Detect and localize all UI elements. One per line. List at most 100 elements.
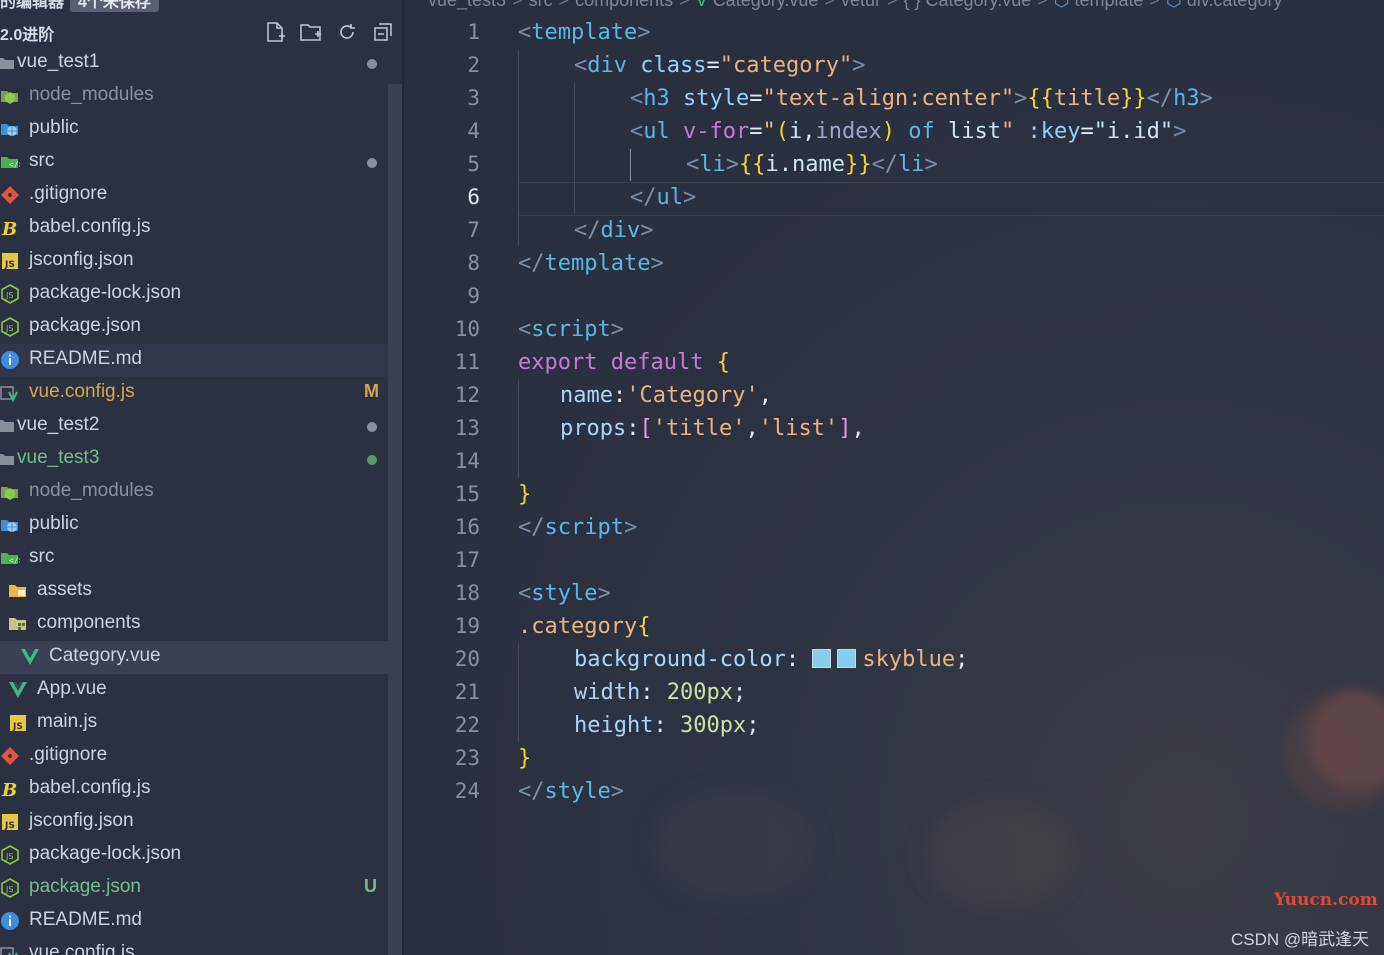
code-line[interactable]: <script> bbox=[404, 313, 1384, 346]
svg-text:</>: </> bbox=[9, 160, 20, 169]
tree-item[interactable]: public bbox=[0, 509, 388, 542]
tree-item[interactable]: components bbox=[0, 608, 388, 641]
breadcrumb-item[interactable]: Category.vue bbox=[713, 0, 819, 10]
code-line[interactable]: </div> bbox=[404, 214, 1384, 247]
svg-text:JS: JS bbox=[5, 885, 13, 894]
globe-folder-icon bbox=[0, 119, 20, 139]
info-icon bbox=[0, 911, 20, 931]
code-line[interactable]: <style> bbox=[404, 577, 1384, 610]
code-line[interactable]: </style> bbox=[404, 775, 1384, 808]
token: i.name bbox=[765, 152, 845, 177]
project-title: 2.0进阶 bbox=[0, 27, 55, 44]
tree-item-label: src bbox=[29, 546, 55, 567]
breadcrumb-item[interactable]: vue_test3 bbox=[428, 0, 506, 10]
breadcrumb-item[interactable]: div.category bbox=[1187, 0, 1283, 10]
code-line[interactable]: } bbox=[404, 478, 1384, 511]
code-line[interactable]: .category{ bbox=[404, 610, 1384, 643]
tree-item[interactable]: README.md bbox=[0, 905, 388, 938]
color-swatch[interactable] bbox=[812, 649, 832, 668]
breadcrumb-item[interactable]: template bbox=[1074, 0, 1143, 10]
code-line[interactable]: </template> bbox=[404, 247, 1384, 280]
token: ] bbox=[838, 416, 852, 441]
refresh-icon[interactable] bbox=[336, 21, 358, 43]
token: index bbox=[815, 119, 882, 144]
js-file-icon: JS bbox=[0, 251, 20, 271]
code-line[interactable]: background-color: skyblue; bbox=[404, 643, 1384, 676]
tree-item[interactable]: </> src bbox=[0, 542, 388, 575]
tree-item[interactable]: JS package.json bbox=[0, 311, 388, 344]
token: 200px bbox=[666, 680, 733, 705]
project-header[interactable]: 2.0进阶 bbox=[0, 18, 404, 48]
node-folder-icon bbox=[0, 86, 20, 106]
code-line[interactable]: <li>{{i.name}}</li> bbox=[404, 148, 1384, 181]
token: "text-align:center" bbox=[762, 86, 1015, 111]
svg-text:JS: JS bbox=[12, 722, 23, 732]
new-file-icon[interactable] bbox=[264, 21, 286, 43]
vue-icon bbox=[8, 680, 28, 700]
tree-item[interactable]: </> src bbox=[0, 146, 388, 179]
color-swatch[interactable] bbox=[837, 649, 857, 668]
code-line[interactable]: </script> bbox=[404, 511, 1384, 544]
sidebar-scrollbar[interactable] bbox=[388, 84, 402, 955]
code-line[interactable]: <div class="category"> bbox=[404, 49, 1384, 82]
tree-item[interactable]: vue_test3 bbox=[0, 443, 388, 476]
token: i bbox=[788, 119, 803, 144]
code-line[interactable]: export default { bbox=[404, 346, 1384, 379]
tree-item[interactable]: JS jsconfig.json bbox=[0, 245, 388, 278]
collapse-all-icon[interactable] bbox=[372, 21, 394, 43]
vue-icon: V bbox=[695, 0, 713, 10]
tree-item[interactable]: node_modules bbox=[0, 476, 388, 509]
tree-item[interactable]: public bbox=[0, 113, 388, 146]
breadcrumb-item[interactable]: components bbox=[575, 0, 673, 10]
token: of bbox=[908, 119, 935, 144]
code-line[interactable]: width: 200px; bbox=[404, 676, 1384, 709]
tree-item[interactable]: JS main.js bbox=[0, 707, 388, 740]
tree-item-label: node_modules bbox=[29, 84, 154, 105]
token: ; bbox=[732, 680, 747, 705]
tree-item[interactable]: App.vue bbox=[0, 674, 388, 707]
tree-item[interactable]: vue.config.js bbox=[0, 938, 388, 955]
code-line[interactable]: height: 300px; bbox=[404, 709, 1384, 742]
breadcrumb-item[interactable]: vetur bbox=[841, 0, 881, 10]
code-line[interactable]: <h3 style="text-align:center">{{title}}<… bbox=[404, 82, 1384, 115]
token: style bbox=[531, 581, 598, 606]
tree-item[interactable]: node_modules bbox=[0, 80, 388, 113]
code-line[interactable]: <ul v-for="(i,index) of list" :key="i.id… bbox=[404, 115, 1384, 148]
tree-item[interactable]: JS package-lock.json bbox=[0, 839, 388, 872]
token: script bbox=[544, 515, 624, 540]
code-line[interactable]: props:['title','list'], bbox=[404, 412, 1384, 445]
tree-item[interactable]: .gitignore bbox=[0, 740, 388, 773]
svg-text:JS: JS bbox=[5, 291, 13, 300]
token: 300px bbox=[679, 713, 747, 738]
tree-item[interactable]: assets bbox=[0, 575, 388, 608]
svg-text:B: B bbox=[1, 219, 17, 238]
line-number: 9 bbox=[467, 284, 480, 308]
token: {{ bbox=[739, 152, 766, 177]
tree-item[interactable]: JS jsconfig.json bbox=[0, 806, 388, 839]
token: [ bbox=[639, 416, 653, 441]
breadcrumb-item[interactable]: src bbox=[529, 0, 553, 10]
tree-item[interactable]: vue_test2 bbox=[0, 410, 388, 443]
tree-item[interactable]: JS package-lock.json bbox=[0, 278, 388, 311]
tree-item[interactable]: Category.vue bbox=[0, 641, 388, 674]
tree-item-label: jsconfig.json bbox=[29, 249, 134, 270]
code-line[interactable]: </ul> bbox=[404, 181, 1384, 214]
code-line[interactable]: name:'Category', bbox=[404, 379, 1384, 412]
token: style bbox=[544, 779, 611, 804]
tree-item[interactable]: README.md bbox=[0, 344, 388, 377]
tree-item[interactable]: vue.config.js M bbox=[0, 377, 388, 410]
tree-item[interactable]: vue_test1 bbox=[0, 47, 388, 80]
tree-item[interactable]: Bbabel.config.js bbox=[0, 773, 388, 806]
open-editors-header[interactable]: 的编辑器 4个未保存 bbox=[0, 0, 159, 12]
tree-item[interactable]: .gitignore bbox=[0, 179, 388, 212]
new-folder-icon[interactable] bbox=[299, 21, 321, 43]
breadcrumb-item[interactable]: { } Category.vue bbox=[903, 0, 1031, 10]
token: 'title' bbox=[652, 416, 746, 441]
code-editor[interactable]: vue_test3 > src > components > V Category.vue >… bbox=[404, 0, 1384, 955]
token: props bbox=[560, 416, 627, 441]
tree-item[interactable]: Bbabel.config.js bbox=[0, 212, 388, 245]
code-line[interactable]: } bbox=[404, 742, 1384, 775]
node-icon: JS bbox=[0, 284, 20, 304]
tree-item[interactable]: JS package.json U bbox=[0, 872, 388, 905]
code-line[interactable]: <template> bbox=[404, 16, 1384, 49]
